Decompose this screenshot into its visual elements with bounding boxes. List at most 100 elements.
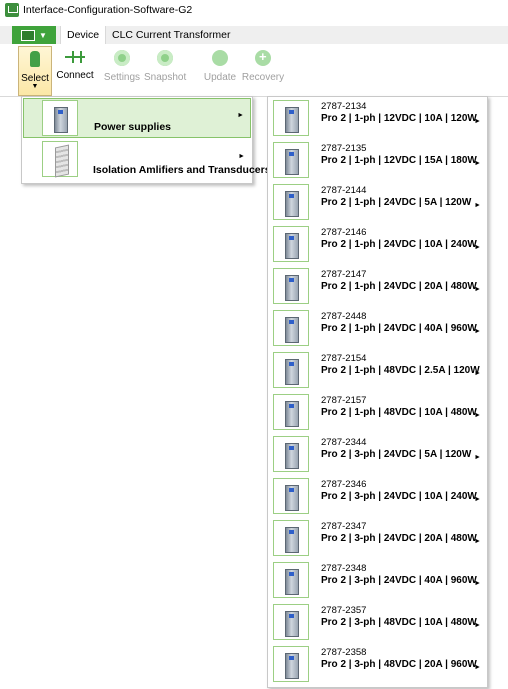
settings-button[interactable]: Settings	[101, 46, 143, 94]
menu-item-power-supplies[interactable]: Power supplies ►	[23, 98, 251, 138]
product-code: 2787-2146	[321, 227, 367, 238]
product-name: Pro 2 | 1-ph | 24VDC | 10A | 240W	[321, 239, 477, 250]
update-label: Update	[203, 72, 237, 83]
product-menu-item[interactable]: 2787-2157 Pro 2 | 1-ph | 48VDC | 10A | 48…	[268, 391, 487, 433]
product-name: Pro 2 | 3-ph | 24VDC | 10A | 240W	[321, 491, 477, 502]
product-name: Pro 2 | 3-ph | 24VDC | 40A | 960W	[321, 575, 477, 586]
product-code: 2787-2348	[321, 563, 367, 574]
chevron-right-icon: ►	[474, 622, 481, 629]
settings-label: Settings	[103, 72, 141, 83]
tab-clc-current-transformer[interactable]: CLC Current Transformer	[106, 26, 236, 44]
product-name: Pro 2 | 1-ph | 48VDC | 2.5A | 120W	[321, 365, 480, 376]
product-menu-item[interactable]: 2787-2154 Pro 2 | 1-ph | 48VDC | 2.5A | 1…	[268, 349, 487, 391]
product-name: Pro 2 | 1-ph | 24VDC | 40A | 960W	[321, 323, 477, 334]
product-menu-item[interactable]: 2787-2134 Pro 2 | 1-ph | 12VDC | 10A | 12…	[268, 97, 487, 139]
update-icon	[212, 50, 228, 66]
chevron-right-icon: ►	[474, 118, 481, 125]
chevron-right-icon: ►	[474, 244, 481, 251]
menu-item-label: Isolation Amlifiers and Transducers	[93, 164, 271, 176]
chevron-right-icon: ►	[474, 412, 481, 419]
chevron-right-icon: ►	[474, 328, 481, 335]
power-supply-icon	[273, 436, 309, 472]
chevron-right-icon: ►	[474, 580, 481, 587]
chevron-right-icon: ►	[474, 664, 481, 671]
power-supply-icon	[273, 562, 309, 598]
application-menu-button[interactable]: ▼	[12, 26, 56, 44]
product-name: Pro 2 | 3-ph | 48VDC | 10A | 480W	[321, 617, 477, 628]
product-code: 2787-2347	[321, 521, 367, 532]
chevron-right-icon: ►	[474, 286, 481, 293]
chevron-right-icon: ►	[474, 202, 481, 209]
select-button[interactable]: Select ▼	[18, 46, 52, 96]
device-category-menu: Power supplies ► Isolation Amlifiers and…	[21, 96, 271, 184]
product-code: 2787-2134	[321, 101, 367, 112]
product-name: Pro 2 | 1-ph | 24VDC | 5A | 120W	[321, 197, 472, 208]
product-code: 2787-2346	[321, 479, 367, 490]
chevron-right-icon: ►	[238, 153, 245, 160]
hand-pointer-icon	[30, 51, 40, 67]
plug-icon	[65, 50, 85, 64]
power-supply-icon	[273, 394, 309, 430]
product-name: Pro 2 | 3-ph | 48VDC | 20A | 960W	[321, 659, 477, 670]
chevron-right-icon: ►	[237, 112, 244, 119]
product-code: 2787-2144	[321, 185, 367, 196]
snapshot-icon	[157, 50, 173, 66]
product-menu-item[interactable]: 2787-2357 Pro 2 | 3-ph | 48VDC | 10A | 48…	[268, 601, 487, 643]
update-button[interactable]: Update	[202, 46, 238, 94]
product-name: Pro 2 | 3-ph | 24VDC | 20A | 480W	[321, 533, 477, 544]
app-icon	[5, 3, 19, 17]
connect-button[interactable]: Connect	[55, 46, 95, 94]
product-code: 2787-2357	[321, 605, 367, 616]
product-code: 2787-2358	[321, 647, 367, 658]
power-supply-submenu: 2787-2134 Pro 2 | 1-ph | 12VDC | 10A | 12…	[267, 96, 488, 688]
snapshot-label: Snapshot	[144, 72, 187, 83]
tab-device[interactable]: Device	[60, 26, 107, 44]
power-supply-icon	[273, 226, 309, 262]
power-supply-icon	[273, 478, 309, 514]
product-menu-item[interactable]: 2787-2344 Pro 2 | 3-ph | 24VDC | 5A | 120…	[268, 433, 487, 475]
chevron-down-icon: ▼	[31, 83, 39, 90]
power-supply-icon	[273, 142, 309, 178]
product-code: 2787-2448	[321, 311, 367, 322]
window-title: Interface-Configuration-Software-G2	[23, 4, 193, 16]
power-supply-icon	[273, 520, 309, 556]
product-menu-item[interactable]: 2787-2147 Pro 2 | 1-ph | 24VDC | 20A | 48…	[268, 265, 487, 307]
power-supply-icon	[273, 100, 309, 136]
product-code: 2787-2344	[321, 437, 367, 448]
product-menu-item[interactable]: 2787-2358 Pro 2 | 3-ph | 48VDC | 20A | 96…	[268, 643, 487, 685]
product-menu-item[interactable]: 2787-2347 Pro 2 | 3-ph | 24VDC | 20A | 48…	[268, 517, 487, 559]
product-menu-item[interactable]: 2787-2348 Pro 2 | 3-ph | 24VDC | 40A | 96…	[268, 559, 487, 601]
isolation-amplifier-icon	[42, 141, 78, 178]
chevron-right-icon: ►	[474, 538, 481, 545]
connect-label: Connect	[56, 70, 94, 81]
product-name: Pro 2 | 1-ph | 48VDC | 10A | 480W	[321, 407, 477, 418]
snapshot-button[interactable]: Snapshot	[144, 46, 186, 94]
menu-item-label: Power supplies	[94, 121, 172, 133]
power-supply-icon	[273, 184, 309, 220]
product-menu-item[interactable]: 2787-2448 Pro 2 | 1-ph | 24VDC | 40A | 96…	[268, 307, 487, 349]
product-code: 2787-2147	[321, 269, 367, 280]
menu-item-isolation-amplifiers[interactable]: Isolation Amlifiers and Transducers ►	[23, 140, 271, 180]
chevron-right-icon: ►	[474, 496, 481, 503]
product-name: Pro 2 | 3-ph | 24VDC | 5A | 120W	[321, 449, 472, 460]
chevron-right-icon: ►	[474, 370, 481, 377]
chevron-down-icon: ▼	[39, 30, 47, 40]
product-name: Pro 2 | 1-ph | 24VDC | 20A | 480W	[321, 281, 477, 292]
power-supply-icon	[273, 604, 309, 640]
title-bar: Interface-Configuration-Software-G2	[0, 0, 508, 20]
recovery-label: Recovery	[241, 72, 285, 83]
chevron-right-icon: ►	[474, 454, 481, 461]
product-menu-item[interactable]: 2787-2144 Pro 2 | 1-ph | 24VDC | 5A | 120…	[268, 181, 487, 223]
power-supply-icon	[273, 268, 309, 304]
product-menu-item[interactable]: 2787-2135 Pro 2 | 1-ph | 12VDC | 15A | 18…	[268, 139, 487, 181]
product-menu-item[interactable]: 2787-2346 Pro 2 | 3-ph | 24VDC | 10A | 24…	[268, 475, 487, 517]
chevron-right-icon: ►	[474, 160, 481, 167]
product-menu-item[interactable]: 2787-2146 Pro 2 | 1-ph | 24VDC | 10A | 24…	[268, 223, 487, 265]
power-supply-icon	[273, 352, 309, 388]
product-code: 2787-2157	[321, 395, 367, 406]
recovery-button[interactable]: Recovery	[240, 46, 286, 94]
product-code: 2787-2135	[321, 143, 367, 154]
product-code: 2787-2154	[321, 353, 367, 364]
document-icon	[21, 29, 36, 41]
power-supply-icon	[42, 100, 78, 136]
